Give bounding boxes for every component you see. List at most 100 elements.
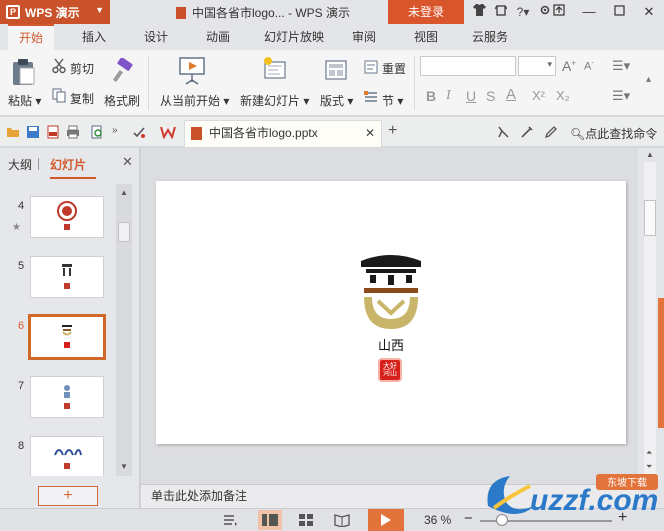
command-search[interactable]: 🔍︎点此查找命令 — [570, 125, 657, 142]
minimize-icon[interactable]: — — [574, 0, 604, 24]
tab-cloud[interactable]: 云服务 — [464, 24, 516, 50]
close-tab-icon[interactable]: ✕ — [365, 121, 375, 146]
watermark-badge: 东坡下载 — [607, 476, 647, 489]
numbered-list-icon[interactable]: ☰▾ — [612, 88, 630, 104]
print-preview-icon[interactable] — [90, 125, 104, 139]
section-button[interactable]: 节 ▾ — [382, 92, 403, 109]
print-icon[interactable] — [66, 125, 80, 139]
slide-thumbnail[interactable]: 8 — [0, 436, 118, 476]
save-icon[interactable] — [26, 125, 40, 139]
tshirt-icon[interactable] — [490, 0, 512, 24]
chevron-down-icon: ▼ — [95, 5, 104, 15]
slide-preview — [28, 314, 106, 360]
star-icon: ★ — [12, 222, 21, 233]
slide-number: 7 — [18, 380, 25, 392]
panel-scrollbar[interactable]: ▲ ▼ — [116, 184, 132, 476]
zoom-level[interactable]: 36 % — [424, 513, 451, 527]
reset-button[interactable]: 重置 — [382, 60, 406, 77]
format-painter-button[interactable]: 格式刷 — [104, 92, 140, 109]
paste-button[interactable]: 粘贴 ▾ — [8, 92, 41, 109]
shadow-button[interactable]: S — [486, 88, 495, 104]
tab-divider — [38, 158, 39, 170]
slide-sorter-icon[interactable] — [298, 513, 314, 527]
slide-thumbnail[interactable]: 5 — [0, 256, 118, 304]
add-slide-button[interactable]: + — [38, 486, 98, 506]
login-button[interactable]: 未登录 — [388, 0, 464, 24]
normal-view-icon[interactable] — [258, 510, 282, 530]
bullet-list-icon[interactable]: ☰▾ — [612, 58, 630, 74]
slide-thumbnail[interactable]: 4 ★ — [0, 196, 118, 244]
new-tab-icon[interactable]: + — [388, 122, 397, 140]
undo-check-icon[interactable] — [132, 125, 146, 139]
grow-font-icon[interactable]: A+ — [562, 58, 576, 74]
scrollbar-thumb[interactable] — [644, 200, 656, 236]
scroll-up-icon[interactable]: ▲ — [646, 150, 654, 159]
close-panel-icon[interactable]: ✕ — [122, 154, 133, 170]
layout-button[interactable]: 版式 ▾ — [320, 92, 353, 109]
font-size-input[interactable] — [518, 56, 556, 76]
scroll-up-icon[interactable]: ▲ — [120, 188, 128, 197]
scrollbar-thumb[interactable] — [118, 222, 130, 242]
restore-ribbon-icon[interactable] — [544, 0, 574, 24]
tab-outline[interactable]: 大纲 — [8, 156, 32, 173]
tab-animation[interactable]: 动画 — [196, 24, 240, 50]
current-slide[interactable]: 山西 大好河山 — [156, 181, 626, 444]
window-controls: — ✕ — [544, 0, 664, 24]
format-painter-icon — [110, 57, 134, 87]
prev-slide-icon[interactable]: ⏶ — [646, 448, 652, 458]
shirt-skin-icon[interactable] — [468, 0, 490, 24]
tab-view[interactable]: 视图 — [406, 24, 446, 50]
slide-number: 5 — [18, 260, 25, 272]
font-color-button[interactable]: A — [506, 86, 516, 103]
tab-slideshow[interactable]: 幻灯片放映 — [256, 24, 332, 50]
from-current-button[interactable]: 从当前开始 ▾ — [160, 92, 229, 109]
export-pdf-icon[interactable] — [46, 125, 60, 139]
from-current-label: 从当前开始 — [160, 94, 221, 108]
tab-home[interactable]: 开始 — [8, 24, 54, 50]
font-name-input[interactable] — [420, 56, 516, 76]
cut-button[interactable]: 剪切 — [70, 60, 94, 77]
tab-insert[interactable]: 插入 — [72, 24, 116, 50]
new-slide-button[interactable]: 新建幻灯片 ▾ — [240, 92, 309, 109]
ribbon-scroll-up-icon[interactable]: ▴ — [646, 74, 651, 85]
close-icon[interactable]: ✕ — [634, 0, 664, 24]
tab-slides[interactable]: 幻灯片 — [50, 156, 97, 179]
open-folder-icon[interactable] — [6, 125, 20, 139]
quick-access-bar: » 中国各省市logo.pptx ✕ + 🔍︎点此查找命令 — [0, 117, 664, 147]
play-slideshow-button[interactable] — [368, 509, 404, 531]
tool-icon[interactable] — [496, 125, 510, 139]
pen-icon[interactable] — [544, 125, 558, 139]
wps-w-logo-icon[interactable] — [160, 125, 176, 140]
reset-icon — [364, 60, 378, 77]
tab-review[interactable]: 审阅 — [344, 24, 384, 50]
subscript-button[interactable]: X₂ — [556, 88, 570, 103]
zoom-out-icon[interactable]: − — [464, 510, 473, 527]
superscript-button[interactable]: X² — [532, 88, 545, 103]
app-menu-button[interactable]: P WPS 演示 ▼ — [0, 0, 110, 24]
paste-icon[interactable] — [10, 58, 36, 89]
copy-button[interactable]: 复制 — [70, 90, 94, 107]
slide-thumbnail-active[interactable]: 6 — [0, 314, 118, 364]
reading-view-icon[interactable] — [334, 513, 350, 528]
slide-panel: 大纲 幻灯片 ✕ 4 ★ 5 6 7 8 ▲ ▼ + — [0, 148, 140, 508]
slide-preview — [30, 196, 104, 238]
shanxi-logo-icon — [361, 255, 421, 329]
maximize-icon[interactable] — [604, 0, 634, 24]
shrink-font-icon[interactable]: A- — [584, 60, 594, 73]
document-tab[interactable]: 中国各省市logo.pptx ✕ — [184, 120, 382, 147]
bold-button[interactable]: B — [426, 88, 436, 104]
notes-toggle-icon[interactable] — [222, 513, 238, 527]
tab-design[interactable]: 设计 — [134, 24, 178, 50]
layout-icon — [325, 60, 347, 83]
more-icon[interactable]: » — [112, 125, 126, 139]
underline-button[interactable]: U — [466, 88, 476, 104]
command-search-label: 点此查找命令 — [585, 127, 658, 141]
brush-icon[interactable] — [520, 125, 534, 139]
title-bar: P WPS 演示 ▼ 中国各省市logo... - WPS 演示 未登录 ?▾ … — [0, 0, 664, 24]
slideshow-from-current-icon — [178, 56, 206, 89]
slide-thumbnail[interactable]: 7 — [0, 376, 118, 424]
scroll-down-icon[interactable]: ▼ — [120, 462, 128, 471]
help-icon[interactable]: ?▾ — [512, 0, 534, 24]
slide-number: 4 — [18, 200, 25, 212]
italic-button[interactable]: I — [446, 88, 451, 104]
